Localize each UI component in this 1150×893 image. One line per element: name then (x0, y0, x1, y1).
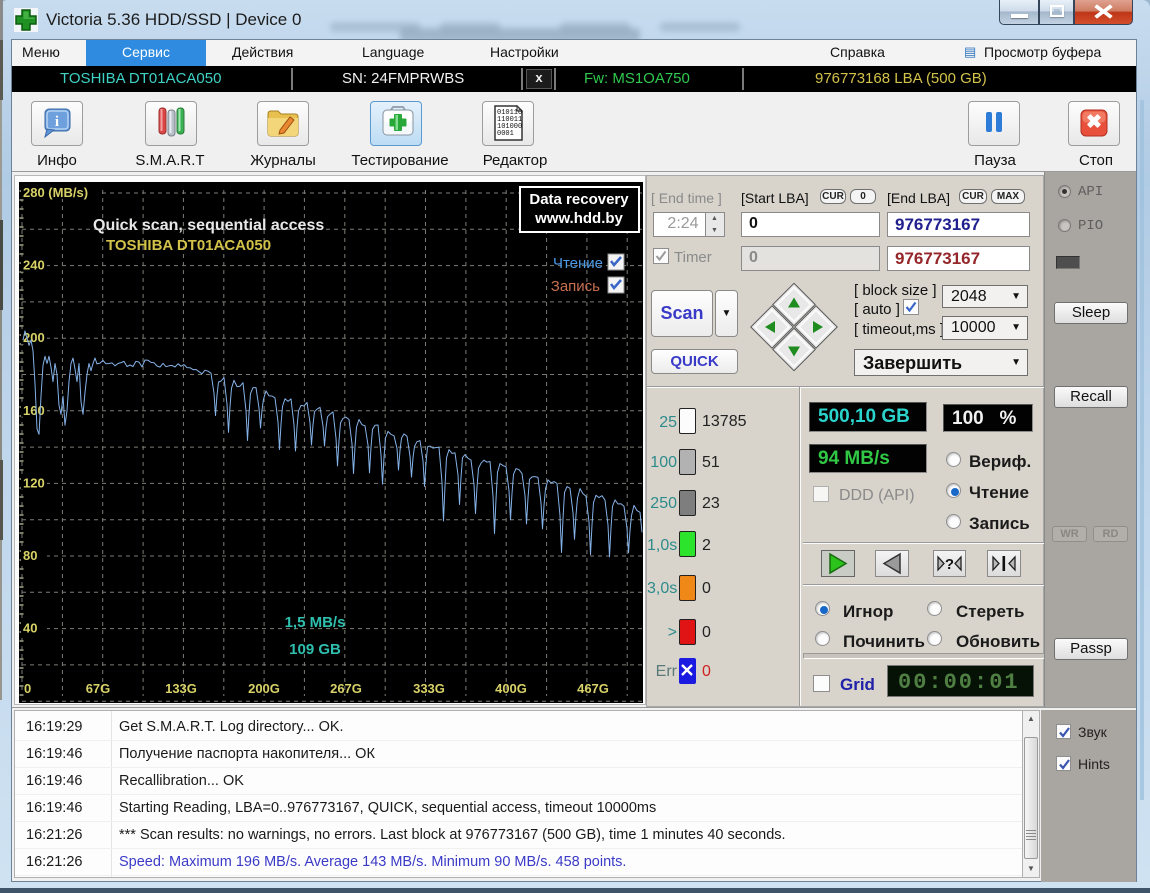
svg-text:Data recovery: Data recovery (529, 191, 629, 208)
svg-text:TOSHIBA DT01ACA050: TOSHIBA DT01ACA050 (106, 237, 271, 254)
svg-text:i: i (55, 114, 59, 130)
svg-text:133G: 133G (165, 681, 197, 696)
svg-text:120: 120 (23, 475, 45, 490)
svg-text:Чтение: Чтение (553, 255, 603, 272)
svg-text:267G: 267G (330, 681, 362, 696)
svg-text:Quick scan, sequential access: Quick scan, sequential access (93, 217, 324, 234)
svg-text:240: 240 (23, 258, 45, 273)
svg-text:400G: 400G (495, 681, 527, 696)
svg-text:www.hdd.by: www.hdd.by (534, 210, 623, 227)
svg-text:0: 0 (24, 681, 31, 696)
svg-text:0001: 0001 (497, 130, 514, 138)
svg-text:67G: 67G (86, 681, 111, 696)
svg-text:200G: 200G (248, 681, 280, 696)
svg-text:467G: 467G (577, 681, 609, 696)
svg-text:200: 200 (23, 330, 45, 345)
svg-text:280 (MB/s): 280 (MB/s) (23, 185, 88, 200)
svg-text:40: 40 (23, 621, 37, 636)
svg-text:160: 160 (23, 403, 45, 418)
svg-text:Запись: Запись (551, 278, 600, 295)
svg-text:333G: 333G (413, 681, 445, 696)
svg-text:109 GB: 109 GB (289, 641, 341, 658)
svg-text:?: ? (945, 556, 954, 573)
svg-text:80: 80 (23, 548, 37, 563)
svg-text:1,5 MB/s: 1,5 MB/s (285, 614, 346, 631)
